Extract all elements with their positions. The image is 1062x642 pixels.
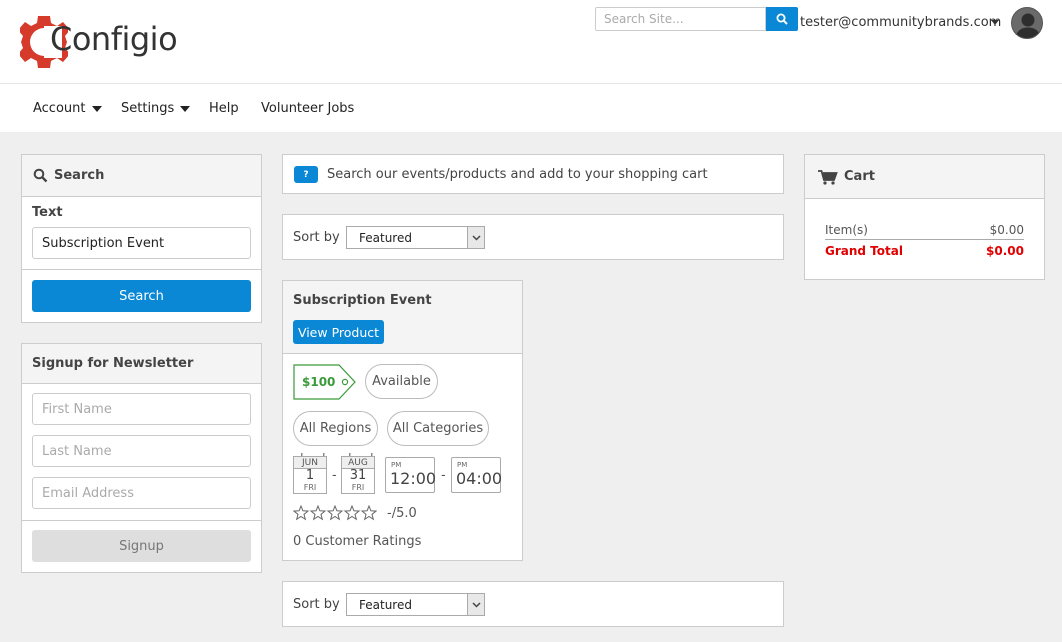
search-button[interactable]: Search [32, 280, 251, 312]
start-time-ampm: PM [391, 461, 402, 469]
cart-items-row: Item(s) $0.00 [825, 223, 1024, 237]
sort-select[interactable]: Featured [346, 226, 485, 249]
sort-label: Sort by [293, 230, 340, 245]
info-bar-text: Search our events/products and add to yo… [327, 167, 708, 182]
date-separator: - [332, 468, 337, 483]
nav-item-volunteer-jobs[interactable]: Volunteer Jobs [261, 101, 354, 116]
start-date-calendar-icon: JUN 1 FRI [293, 456, 327, 494]
sort-select-value: Featured [359, 230, 412, 245]
divider [825, 239, 1024, 240]
sort-select[interactable]: Featured [346, 593, 485, 616]
cart-items-label: Item(s) [825, 223, 868, 237]
start-date-day: 1 [305, 468, 315, 483]
user-avatar-icon [1015, 13, 1041, 38]
sort-label: Sort by [293, 597, 340, 612]
end-time-ampm: PM [457, 461, 468, 469]
configio-logo[interactable]: Configio [18, 14, 190, 70]
user-menu-email[interactable]: tester@communitybrands.com [800, 15, 1001, 30]
availability-badge: Available [365, 364, 438, 399]
nav-item-label: Volunteer Jobs [261, 101, 355, 116]
end-date-day: 31 [349, 468, 367, 483]
nav-item-account[interactable]: Account [33, 101, 102, 116]
ratings-count: 0 Customer Ratings [293, 534, 422, 549]
sort-select-value: Featured [359, 597, 412, 612]
search-panel-header: Search [22, 155, 261, 197]
product-card: Subscription Event View Product $100 Ava… [282, 280, 523, 561]
product-title[interactable]: Subscription Event [293, 293, 432, 308]
caret-down-icon [91, 105, 102, 112]
view-product-button[interactable]: View Product [293, 320, 384, 344]
nav-item-label: Settings [121, 101, 175, 116]
start-time-value: 12:00 [390, 469, 437, 488]
nav-item-settings[interactable]: Settings [121, 101, 191, 116]
region-badge: All Regions [293, 411, 378, 446]
newsletter-panel-title: Signup for Newsletter [32, 356, 194, 371]
price-value: $100 [302, 375, 336, 389]
start-time-box: PM 12:00 [385, 457, 437, 493]
category-badge: All Categories [387, 411, 489, 446]
end-time-value: 04:00 [456, 469, 503, 488]
site-search-input[interactable] [595, 7, 766, 31]
sort-bar-top: Sort by Featured [282, 214, 784, 260]
search-text-input[interactable] [32, 227, 251, 259]
cart-items-value: $0.00 [989, 223, 1024, 237]
star-rating-icon [293, 505, 377, 520]
product-card-header: Subscription Event View Product [283, 281, 522, 354]
cart-panel: Cart Item(s) $0.00 Grand Total $0.00 [804, 154, 1045, 280]
search-icon [33, 168, 48, 183]
newsletter-panel-header: Signup for Newsletter [22, 344, 261, 384]
time-separator: - [441, 468, 446, 483]
header: Configio tester@communitybrands.com [0, 0, 1062, 84]
newsletter-panel: Signup for Newsletter Signup [21, 343, 262, 573]
cart-total-row: Grand Total $0.00 [825, 244, 1024, 258]
divider [22, 269, 261, 270]
search-panel-title: Search [54, 168, 105, 183]
cart-panel-title: Cart [844, 169, 875, 184]
end-time-box: PM 04:00 [451, 457, 503, 493]
text-field-label: Text [32, 205, 63, 220]
last-name-field[interactable] [32, 435, 251, 467]
start-date-dow: FRI [303, 483, 317, 492]
grand-total-value: $0.00 [986, 244, 1024, 258]
caret-down-icon [180, 105, 191, 112]
signup-button[interactable]: Signup [32, 530, 251, 562]
first-name-field[interactable] [32, 393, 251, 425]
search-icon [776, 13, 788, 25]
chevron-down-icon [467, 227, 484, 248]
divider [22, 520, 261, 521]
end-date-dow: FRI [351, 483, 365, 492]
grand-total-label: Grand Total [825, 244, 903, 258]
cart-panel-header: Cart [805, 155, 1044, 199]
end-date-calendar-icon: AUG 31 FRI [341, 456, 375, 494]
email-field[interactable] [32, 477, 251, 509]
avatar[interactable] [1011, 7, 1043, 39]
info-bar: ? Search our events/products and add to … [282, 154, 784, 194]
logo-wordmark: Configio [50, 20, 178, 58]
sort-bar-bottom: Sort by Featured [282, 581, 784, 627]
nav-item-label: Help [209, 101, 239, 116]
help-badge-icon: ? [294, 166, 318, 183]
nav-item-help[interactable]: Help [209, 101, 239, 116]
chevron-down-icon [467, 594, 484, 615]
cart-icon [818, 169, 838, 185]
nav-item-label: Account [33, 101, 86, 116]
user-menu-caret-icon[interactable] [991, 20, 999, 25]
search-panel: Search Text Search [21, 154, 262, 323]
site-search-button[interactable] [766, 7, 798, 31]
rating-score: -/5.0 [387, 506, 417, 521]
main-nav: Account Settings Help Volunteer Jobs [0, 84, 1062, 132]
